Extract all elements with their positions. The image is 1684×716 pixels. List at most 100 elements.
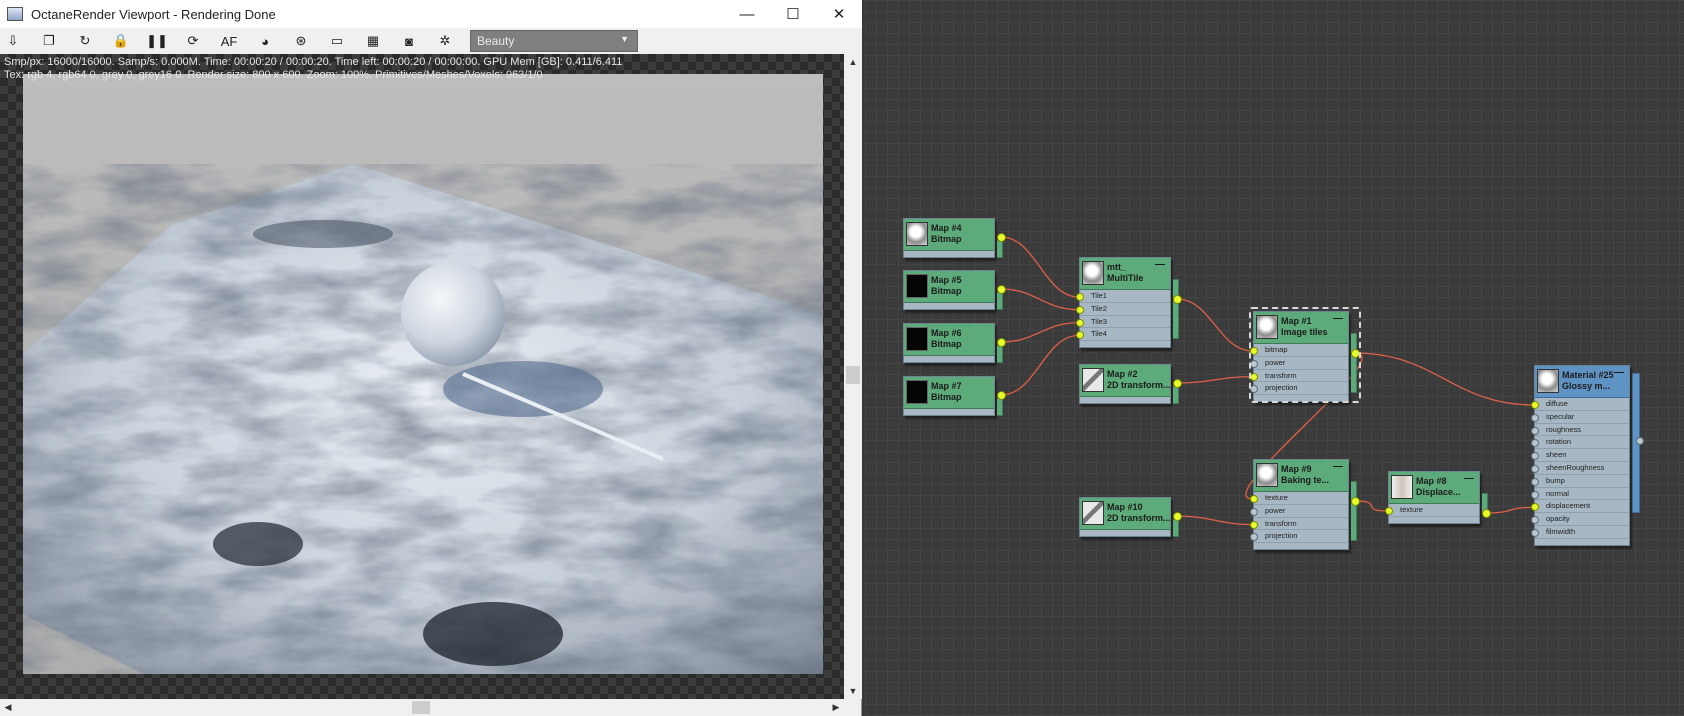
input-slot-specular[interactable]: specular (1531, 411, 1629, 424)
node-header[interactable]: mtt_ MultiTile — (1080, 258, 1170, 290)
scroll-down-icon[interactable]: ▼ (844, 683, 862, 699)
input-slot-normal[interactable]: normal (1531, 488, 1629, 501)
render-pass-dropdown[interactable]: Beauty ▼ (470, 30, 638, 52)
region-render-icon[interactable]: ▭ (328, 32, 346, 50)
input-socket-icon[interactable] (1250, 520, 1258, 529)
node-map2[interactable]: Map #2 2D transform... (1079, 364, 1171, 404)
input-socket-icon[interactable] (1250, 533, 1258, 542)
input-socket-icon[interactable] (1531, 490, 1539, 499)
horizontal-scrollbar[interactable]: ◀ ▶ (0, 699, 844, 716)
wire-map8-to-mat25[interactable] (1485, 506, 1535, 514)
camera-icon[interactable]: ◙ (400, 32, 418, 50)
input-slot-filmwidth[interactable]: filmwidth (1531, 526, 1629, 539)
horizontal-scroll-thumb[interactable] (412, 701, 430, 714)
input-slot-sheen[interactable]: sheen (1531, 449, 1629, 462)
input-slot-sheenRoughness[interactable]: sheenRoughness (1531, 462, 1629, 475)
node-mtt[interactable]: mtt_ MultiTile — Tile1 Tile2 Tile3 Tile4 (1076, 257, 1171, 349)
node-editor-canvas[interactable]: Map #4 Bitmap Map #5 Bitmap Map #6 Bitmap Map … (865, 0, 1684, 716)
output-socket-icon[interactable] (1173, 295, 1182, 304)
input-slot-displacement[interactable]: displacement (1531, 500, 1629, 514)
node-header[interactable]: Map #7 Bitmap (904, 377, 994, 409)
node-map10[interactable]: Map #10 2D transform... (1079, 497, 1171, 537)
collapse-node-button[interactable]: — (1614, 367, 1624, 378)
input-slot-Tile3[interactable]: Tile3 (1076, 316, 1170, 329)
input-slot-diffuse[interactable]: diffuse (1531, 398, 1629, 411)
input-socket-icon[interactable] (1385, 507, 1393, 515)
wire-map10-to-map9[interactable] (1176, 515, 1254, 526)
output-socket-icon[interactable] (1482, 509, 1491, 518)
collapse-node-button[interactable]: — (1464, 473, 1474, 484)
minimize-button[interactable]: — (724, 0, 770, 28)
output-socket-icon[interactable] (1173, 512, 1182, 521)
input-socket-icon[interactable] (1076, 293, 1084, 301)
input-socket-icon[interactable] (1531, 426, 1539, 435)
scroll-right-icon[interactable]: ▶ (828, 699, 844, 716)
scroll-left-icon[interactable]: ◀ (0, 699, 16, 716)
copy-clipboard-icon[interactable]: ❐ (40, 32, 58, 50)
autofocus-icon[interactable]: AF (220, 32, 238, 50)
wire-map5-to-mtt[interactable] (1000, 288, 1080, 311)
close-button[interactable]: ✕ (816, 0, 862, 28)
wire-map7-to-mtt[interactable] (1000, 334, 1080, 396)
node-header[interactable]: Map #8 Displace... — (1389, 472, 1479, 504)
collapse-node-button[interactable]: — (1155, 259, 1165, 270)
film-region-icon[interactable]: ▦ (364, 32, 382, 50)
wire-mtt-to-map1[interactable] (1176, 298, 1254, 352)
input-slot-projection[interactable]: projection (1250, 530, 1348, 544)
input-socket-icon[interactable] (1531, 413, 1539, 422)
render-canvas[interactable]: Smp/px: 16000/16000. Samp/s: 0.000M. Tim… (0, 54, 844, 699)
node-map8[interactable]: Map #8 Displace... — texture (1385, 471, 1480, 524)
node-header[interactable]: Map #5 Bitmap (904, 271, 994, 303)
input-slot-bump[interactable]: bump (1531, 475, 1629, 488)
node-header[interactable]: Map #9 Baking te... — (1254, 460, 1348, 492)
input-slot-Tile4[interactable]: Tile4 (1076, 328, 1170, 342)
viewport-titlebar[interactable]: OctaneRender Viewport - Rendering Done —… (0, 0, 862, 28)
output-socket-icon[interactable] (1351, 497, 1360, 506)
input-slot-transform[interactable]: transform (1250, 518, 1348, 531)
output-socket-icon[interactable] (1173, 379, 1182, 388)
input-slot-texture[interactable]: texture (1250, 492, 1348, 505)
node-header[interactable]: Map #4 Bitmap (904, 219, 994, 251)
input-socket-icon[interactable] (1250, 507, 1258, 516)
scroll-up-icon[interactable]: ▲ (844, 54, 862, 70)
material-picker-icon[interactable]: ⊛ (292, 32, 310, 50)
input-socket-icon[interactable] (1531, 477, 1539, 486)
material-output-socket-icon[interactable] (1636, 437, 1644, 445)
wire-map9-to-map8[interactable] (1354, 500, 1389, 512)
input-slot-Tile1[interactable]: Tile1 (1076, 290, 1170, 303)
node-map6[interactable]: Map #6 Bitmap (903, 323, 995, 363)
vertical-scrollbar[interactable]: ▲ ▼ (844, 54, 862, 699)
wire-map1-to-mat25[interactable] (1354, 352, 1535, 406)
wire-map4-to-mtt[interactable] (1000, 236, 1080, 298)
output-socket-icon[interactable] (997, 338, 1006, 347)
node-mat25[interactable]: Material #25 Glossy m... — diffuse specular r… (1531, 365, 1630, 546)
collapse-node-button[interactable]: — (1333, 461, 1343, 472)
node-header[interactable]: Map #6 Bitmap (904, 324, 994, 356)
save-render-icon[interactable]: ⇩ (4, 32, 22, 50)
input-slot-roughness[interactable]: roughness (1531, 424, 1629, 437)
input-slot-Tile2[interactable]: Tile2 (1076, 303, 1170, 316)
input-socket-icon[interactable] (1531, 528, 1539, 537)
wire-map2-to-map1[interactable] (1176, 375, 1254, 384)
node-header[interactable]: Map #10 2D transform... (1080, 498, 1171, 530)
node-map5[interactable]: Map #5 Bitmap (903, 270, 995, 310)
node-map7[interactable]: Map #7 Bitmap (903, 376, 995, 416)
input-socket-icon[interactable] (1531, 401, 1539, 409)
output-socket-icon[interactable] (997, 233, 1006, 242)
restart-render-icon[interactable]: ↻ (76, 32, 94, 50)
input-socket-icon[interactable] (1531, 464, 1539, 473)
wire-map6-to-mtt[interactable] (1000, 321, 1080, 343)
color-picker-icon[interactable]: ◕ (256, 32, 274, 50)
node-map4[interactable]: Map #4 Bitmap (903, 218, 995, 258)
input-socket-icon[interactable] (1076, 331, 1084, 340)
settings-icon[interactable]: ✲ (436, 32, 454, 50)
input-socket-icon[interactable] (1531, 439, 1539, 448)
vertical-scroll-thumb[interactable] (846, 366, 860, 384)
lock-icon[interactable]: 🔒 (112, 32, 130, 50)
pause-icon[interactable]: ❚❚ (146, 32, 168, 50)
input-socket-icon[interactable] (1250, 495, 1258, 503)
node-header[interactable]: Map #2 2D transform... (1080, 365, 1171, 397)
input-slot-opacity[interactable]: opacity (1531, 513, 1629, 526)
input-socket-icon[interactable] (1076, 318, 1084, 327)
input-slot-power[interactable]: power (1250, 505, 1348, 518)
